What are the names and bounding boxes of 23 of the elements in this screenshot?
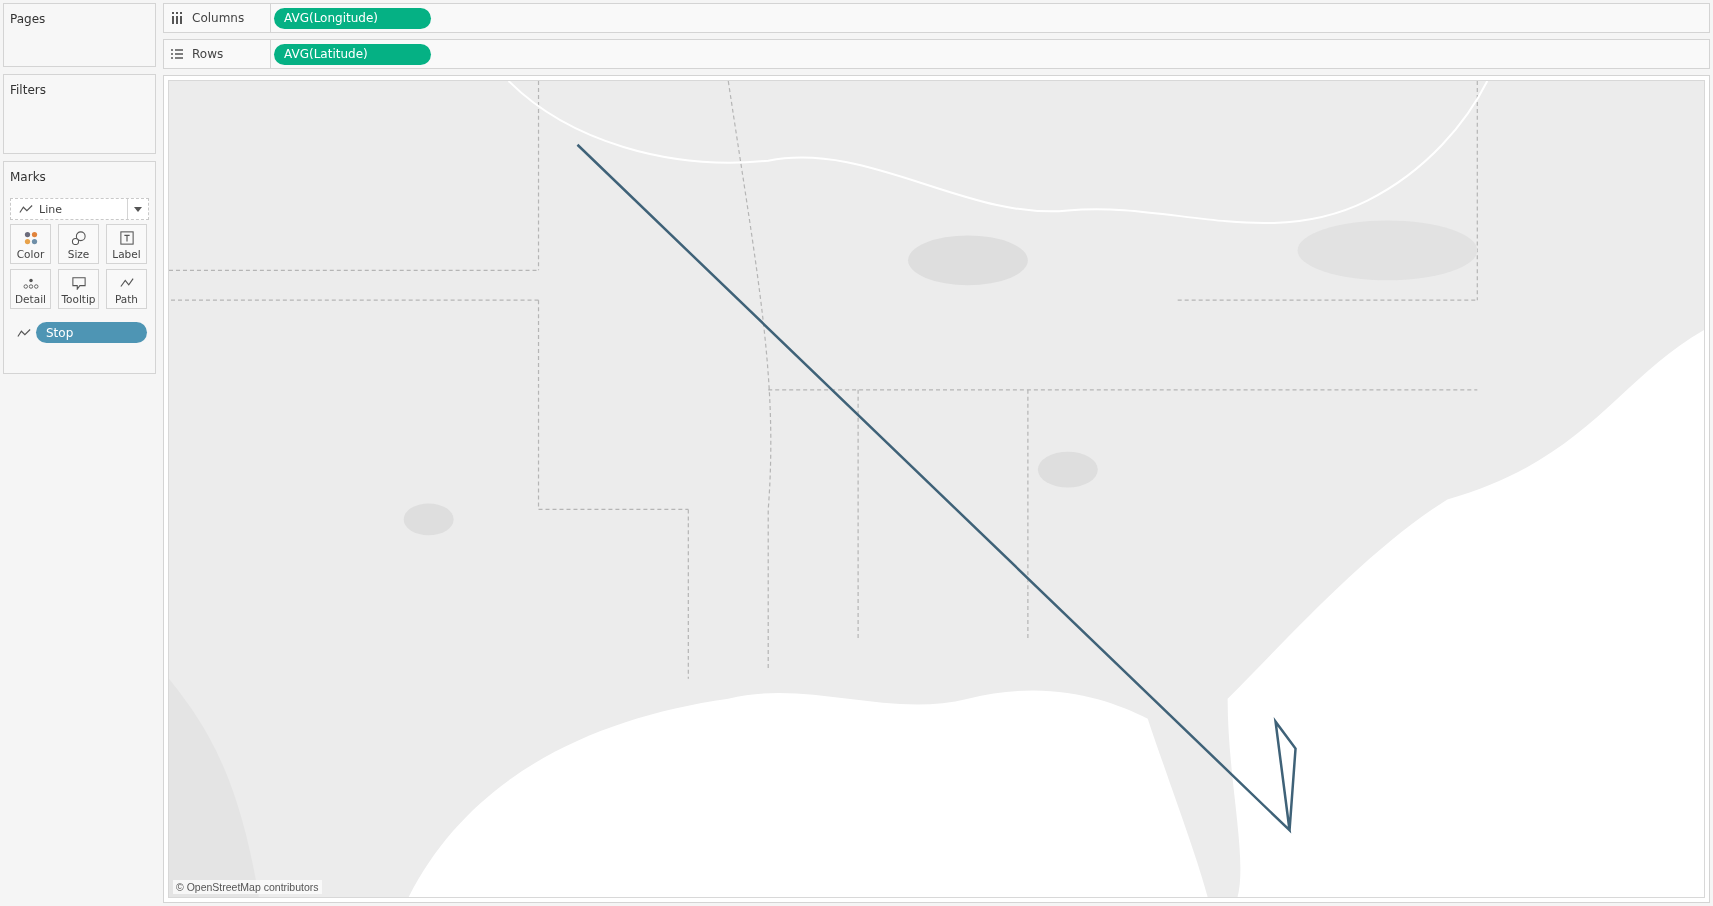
- shelf-label: Columns: [192, 11, 245, 25]
- pages-title: Pages: [10, 12, 47, 26]
- speech-bubble-icon: [70, 275, 87, 290]
- line-icon: [17, 326, 31, 339]
- color-card-button[interactable]: Color: [10, 224, 51, 264]
- circles-icon: [70, 230, 87, 245]
- text-box-icon: [118, 230, 135, 245]
- size-card-button[interactable]: Size: [58, 224, 99, 264]
- label-card-button[interactable]: Label: [106, 224, 147, 264]
- line-icon: [19, 203, 33, 215]
- columns-icon: [170, 12, 184, 24]
- tooltip-card-button[interactable]: Tooltip: [58, 269, 99, 309]
- rows-icon: [170, 48, 184, 60]
- color-dots-icon: [22, 230, 39, 245]
- mark-type-dropdown[interactable]: Line: [10, 198, 149, 220]
- shelf-label: Rows: [192, 47, 224, 61]
- line-icon: [118, 275, 135, 290]
- filters-title: Filters: [10, 83, 47, 97]
- detail-card-button[interactable]: Detail: [10, 269, 51, 309]
- map-attribution: © OpenStreetMap contributors: [173, 880, 322, 894]
- caret-icon: [134, 206, 142, 212]
- marks-title: Marks: [10, 170, 47, 184]
- path-card-button[interactable]: Path: [106, 269, 147, 309]
